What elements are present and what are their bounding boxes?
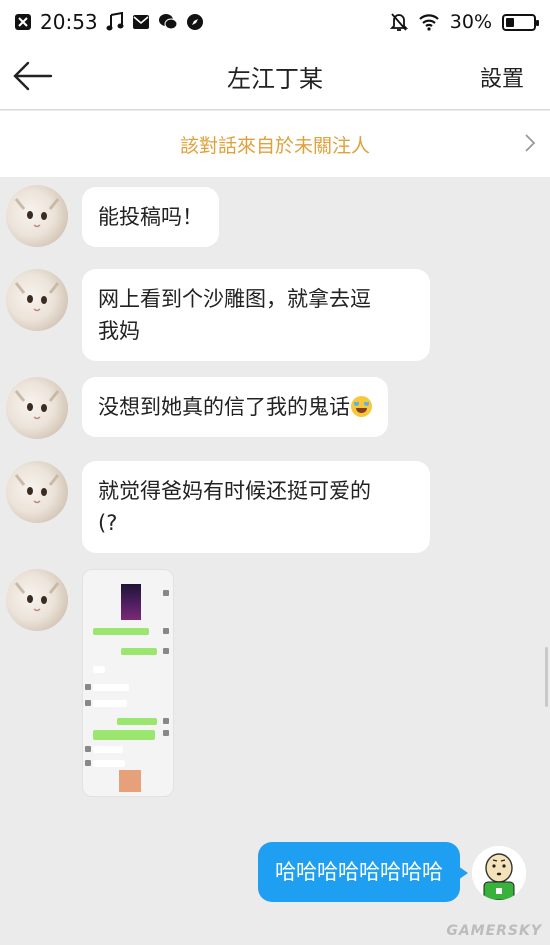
back-button[interactable] — [10, 56, 56, 96]
self-message-bubble[interactable]: 哈哈哈哈哈哈哈哈 — [258, 842, 468, 902]
sender-avatar[interactable] — [6, 269, 68, 331]
mini-bubble — [93, 666, 105, 673]
mini-thumbnail — [119, 770, 141, 792]
watermark: GAMERSKY — [446, 923, 542, 939]
mini-bubble — [93, 684, 129, 691]
sender-avatar[interactable] — [6, 461, 68, 523]
message-text-line: 就觉得爸妈有时候还挺可爱的 — [98, 479, 371, 503]
wechat-icon — [158, 13, 178, 31]
mini-bubble — [93, 628, 149, 635]
mini-avatar — [85, 700, 91, 706]
battery-percent: 30% — [449, 11, 492, 33]
message-list[interactable]: 能投稿吗！ 网上看到个沙雕图，就拿去逗 我妈 没想到她真的信了我的鬼话 就觉得爸… — [0, 177, 550, 945]
message-text: 能投稿吗！ — [98, 205, 203, 229]
wifi-icon — [418, 13, 440, 31]
message-bubble[interactable]: 就觉得爸妈有时候还挺可爱的 (? — [82, 461, 430, 553]
arrow-left-icon — [13, 61, 53, 91]
self-avatar[interactable] — [472, 846, 526, 900]
sender-avatar[interactable] — [6, 569, 68, 631]
tears-of-joy-emoji-icon — [351, 396, 372, 417]
mini-avatar — [163, 590, 169, 596]
stranger-notice-banner[interactable]: 該對話來自於未關注人 — [0, 111, 550, 177]
message-bubble[interactable]: 没想到她真的信了我的鬼话 — [82, 377, 388, 437]
banner-text: 該對話來自於未關注人 — [179, 134, 370, 157]
chat-header: 左江丁某 設置 — [0, 44, 550, 110]
compass-icon — [186, 13, 204, 31]
message-bubble[interactable]: 能投稿吗！ — [82, 187, 219, 247]
shared-screenshot-image[interactable] — [82, 569, 174, 797]
mini-poster — [121, 584, 141, 620]
message-bubble[interactable]: 网上看到个沙雕图，就拿去逗 我妈 — [82, 269, 430, 361]
mail-icon — [132, 13, 150, 31]
message-text-line: 网上看到个沙雕图，就拿去逗 — [98, 287, 371, 311]
sender-avatar[interactable] — [6, 377, 68, 439]
mini-avatar — [163, 648, 169, 654]
status-time: 20:53 — [40, 10, 98, 34]
mini-avatar — [163, 730, 169, 736]
message-text-line: (? — [98, 511, 118, 535]
chat-title: 左江丁某 — [227, 65, 323, 93]
mini-avatar — [85, 684, 91, 690]
mini-avatar — [85, 746, 91, 752]
mini-bubble — [117, 718, 157, 725]
mini-avatar — [163, 718, 169, 724]
mini-bubble — [93, 730, 155, 740]
settings-button[interactable]: 設置 — [480, 61, 524, 93]
message-text: 没想到她真的信了我的鬼话 — [98, 395, 350, 419]
mini-bubble — [121, 648, 157, 655]
mini-bubble — [93, 700, 127, 707]
battery-icon — [502, 13, 539, 31]
close-box-icon — [14, 13, 32, 31]
status-bar: 20:53 30% — [0, 0, 550, 44]
message-text-line: 我妈 — [98, 319, 140, 343]
self-message-text: 哈哈哈哈哈哈哈哈 — [275, 860, 443, 884]
mute-bell-icon — [389, 12, 408, 32]
mini-avatar — [85, 760, 91, 766]
mini-avatar — [163, 628, 169, 634]
music-note-icon — [106, 12, 124, 32]
scrollbar[interactable] — [545, 647, 548, 707]
mini-bubble — [93, 746, 123, 753]
chevron-right-icon — [525, 134, 536, 152]
sender-avatar[interactable] — [6, 185, 68, 247]
mini-bubble — [93, 760, 125, 767]
